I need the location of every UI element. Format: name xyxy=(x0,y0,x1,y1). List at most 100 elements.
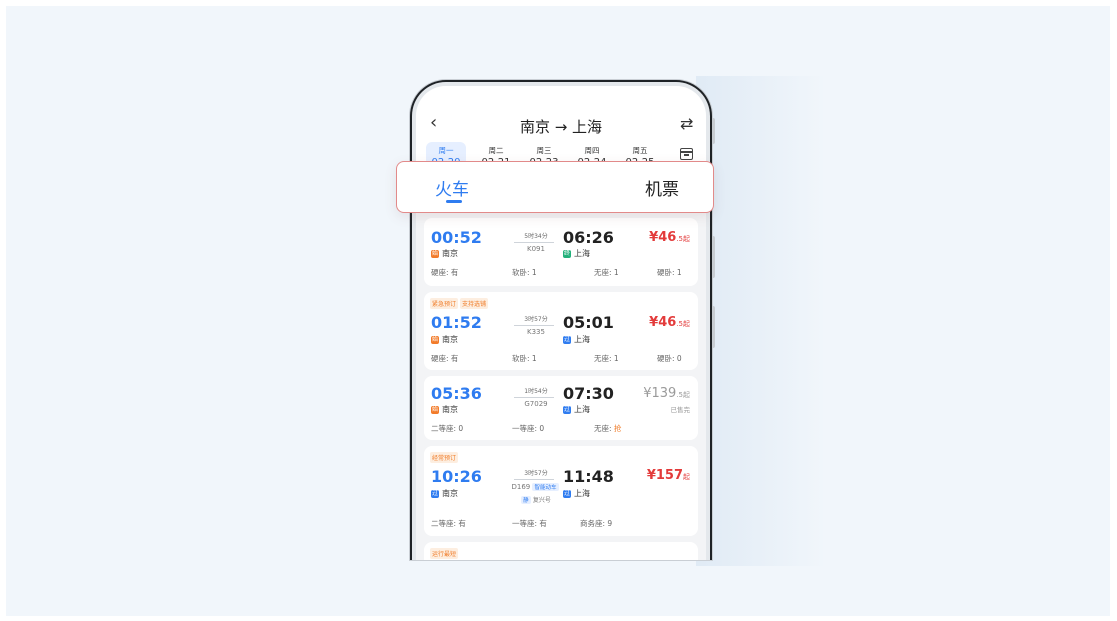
seat-info: 一等座: 有 xyxy=(512,519,547,528)
tag: 经常预订 xyxy=(430,452,459,463)
smart-train-tag: 智能动车 xyxy=(532,483,559,491)
depart-time: 00:52 xyxy=(431,228,482,247)
station-name: 上海 xyxy=(574,405,590,414)
arrive-time: 06:26 xyxy=(563,228,614,247)
station-name: 南京 xyxy=(442,249,458,258)
chevron-left-icon[interactable]: ‹ xyxy=(430,114,437,132)
pass-badge-icon: 过 xyxy=(431,489,439,498)
tab-flight[interactable]: 机票 xyxy=(645,175,679,200)
arrive-station: 过上海 xyxy=(563,334,590,345)
phone-side-button xyxy=(712,118,715,144)
model-row: 静 复兴号 xyxy=(506,495,566,504)
pass-badge-icon: 过 xyxy=(563,489,571,498)
arrive-station: 过上海 xyxy=(563,404,590,415)
price-value: ¥139 xyxy=(643,386,677,401)
station-name: 南京 xyxy=(442,335,458,344)
arrive-time: 07:30 xyxy=(563,384,614,403)
seat-info: 硬座: 有 xyxy=(431,354,459,363)
page-title: 南京 → 上海 xyxy=(519,118,603,136)
active-tab-indicator xyxy=(446,200,462,203)
tag-row: 紧急预订 支持选铺 xyxy=(430,298,490,309)
price-suffix: .5起 xyxy=(676,235,690,243)
price-value: ¥157 xyxy=(646,468,683,483)
date-weekday: 周三 xyxy=(536,146,552,155)
depart-station: 始南京 xyxy=(431,334,458,345)
origin-badge-icon: 始 xyxy=(431,405,439,414)
price: ¥157起 xyxy=(647,468,690,483)
price-value: ¥46 xyxy=(649,230,677,245)
station-name: 南京 xyxy=(442,405,458,414)
origin-badge-icon: 始 xyxy=(431,249,439,258)
seat-info: 无座: 抢 xyxy=(594,423,621,434)
date-weekday: 周四 xyxy=(584,146,600,155)
train-card[interactable]: 运行最短 xyxy=(424,542,698,560)
price: ¥139.5起 xyxy=(643,386,690,401)
seat-info: 软卧: 1 xyxy=(512,354,537,363)
arrive-station: 过上海 xyxy=(563,488,590,499)
tag: 紧急预订 xyxy=(430,298,459,309)
duration: 5时34分 xyxy=(524,233,548,240)
price-suffix: .5起 xyxy=(676,320,690,328)
depart-time: 05:36 xyxy=(431,384,482,403)
depart-station: 始南京 xyxy=(431,248,458,259)
seat-info: 商务座: 9 xyxy=(580,519,613,528)
seat-info: 硬卧: 1 xyxy=(657,268,682,277)
train-model: 复兴号 xyxy=(532,497,551,504)
depart-time: 10:26 xyxy=(431,467,482,486)
train-card[interactable]: 00:52 5时34分 K091 06:26 ¥46.5起 始南京 终上海 硬座… xyxy=(424,218,698,286)
depart-station: 始南京 xyxy=(431,404,458,415)
tab-train[interactable]: 火车 xyxy=(435,175,469,200)
price: ¥46.5起 xyxy=(649,315,690,330)
tag: 运行最短 xyxy=(430,548,459,559)
terminal-badge-icon: 终 xyxy=(563,249,571,258)
duration: 1时54分 xyxy=(524,388,548,395)
seat-info: 二等座: 0 xyxy=(431,424,464,433)
route-line xyxy=(514,325,554,326)
station-name: 南京 xyxy=(442,489,458,498)
station-name: 上海 xyxy=(574,489,590,498)
calendar-icon[interactable] xyxy=(680,148,693,160)
route-line xyxy=(514,242,554,243)
transport-tab-bar: 火车 机票 xyxy=(396,161,714,213)
seat-info: 软卧: 1 xyxy=(512,268,537,277)
price: ¥46.5起 xyxy=(649,230,690,245)
origin-badge-icon: 始 xyxy=(431,335,439,344)
tag-row: 运行最短 xyxy=(430,548,460,559)
train-card[interactable]: 05:36 1时54分 G7029 07:30 ¥139.5起 已售完 始南京 … xyxy=(424,376,698,440)
price-suffix: 起 xyxy=(683,473,690,481)
route-line xyxy=(514,479,554,480)
phone-side-button xyxy=(712,236,715,278)
station-name: 上海 xyxy=(574,335,590,344)
seat-info: 硬卧: 0 xyxy=(657,354,682,363)
date-weekday: 周二 xyxy=(488,146,504,155)
swap-route-icon[interactable]: ⇄ xyxy=(680,114,693,133)
train-number: K091 xyxy=(527,245,545,253)
sold-out-label: 已售完 xyxy=(670,406,691,414)
grab-label[interactable]: 抢 xyxy=(614,424,622,433)
station-name: 上海 xyxy=(574,249,590,258)
date-weekday: 周一 xyxy=(438,146,454,155)
seat-label: 无座: xyxy=(594,424,614,433)
train-number-row: D169 智能动车 xyxy=(500,483,570,491)
seat-info: 硬座: 有 xyxy=(431,268,459,277)
phone-frame: ‹ 南京 → 上海 ⇄ 周一 02-20 周二 02-21 周三 02-23 xyxy=(410,80,712,560)
depart-time: 01:52 xyxy=(431,313,482,332)
pass-badge-icon: 过 xyxy=(563,335,571,344)
train-card[interactable]: 经常预订 10:26 3时57分 D169 智能动车 静 复兴号 11:48 ¥… xyxy=(424,446,698,536)
seat-info: 二等座: 有 xyxy=(431,519,466,528)
seat-info: 无座: 1 xyxy=(594,354,619,363)
duration: 3时57分 xyxy=(524,470,548,477)
date-weekday: 周五 xyxy=(632,146,648,155)
price-value: ¥46 xyxy=(649,315,677,330)
depart-station: 过南京 xyxy=(431,488,458,499)
phone-side-button xyxy=(712,306,715,348)
train-card[interactable]: 紧急预订 支持选铺 01:52 3时57分 K335 05:01 ¥46.5起 始… xyxy=(424,292,698,370)
seat-info: 一等座: 0 xyxy=(512,424,545,433)
route-line xyxy=(514,397,554,398)
train-number: K335 xyxy=(527,328,545,336)
phone-screen: ‹ 南京 → 上海 ⇄ 周一 02-20 周二 02-21 周三 02-23 xyxy=(416,86,706,560)
pass-badge-icon: 过 xyxy=(563,405,571,414)
train-number: D169 xyxy=(511,483,531,491)
arrive-station: 终上海 xyxy=(563,248,590,259)
seat-info: 无座: 1 xyxy=(594,268,619,277)
